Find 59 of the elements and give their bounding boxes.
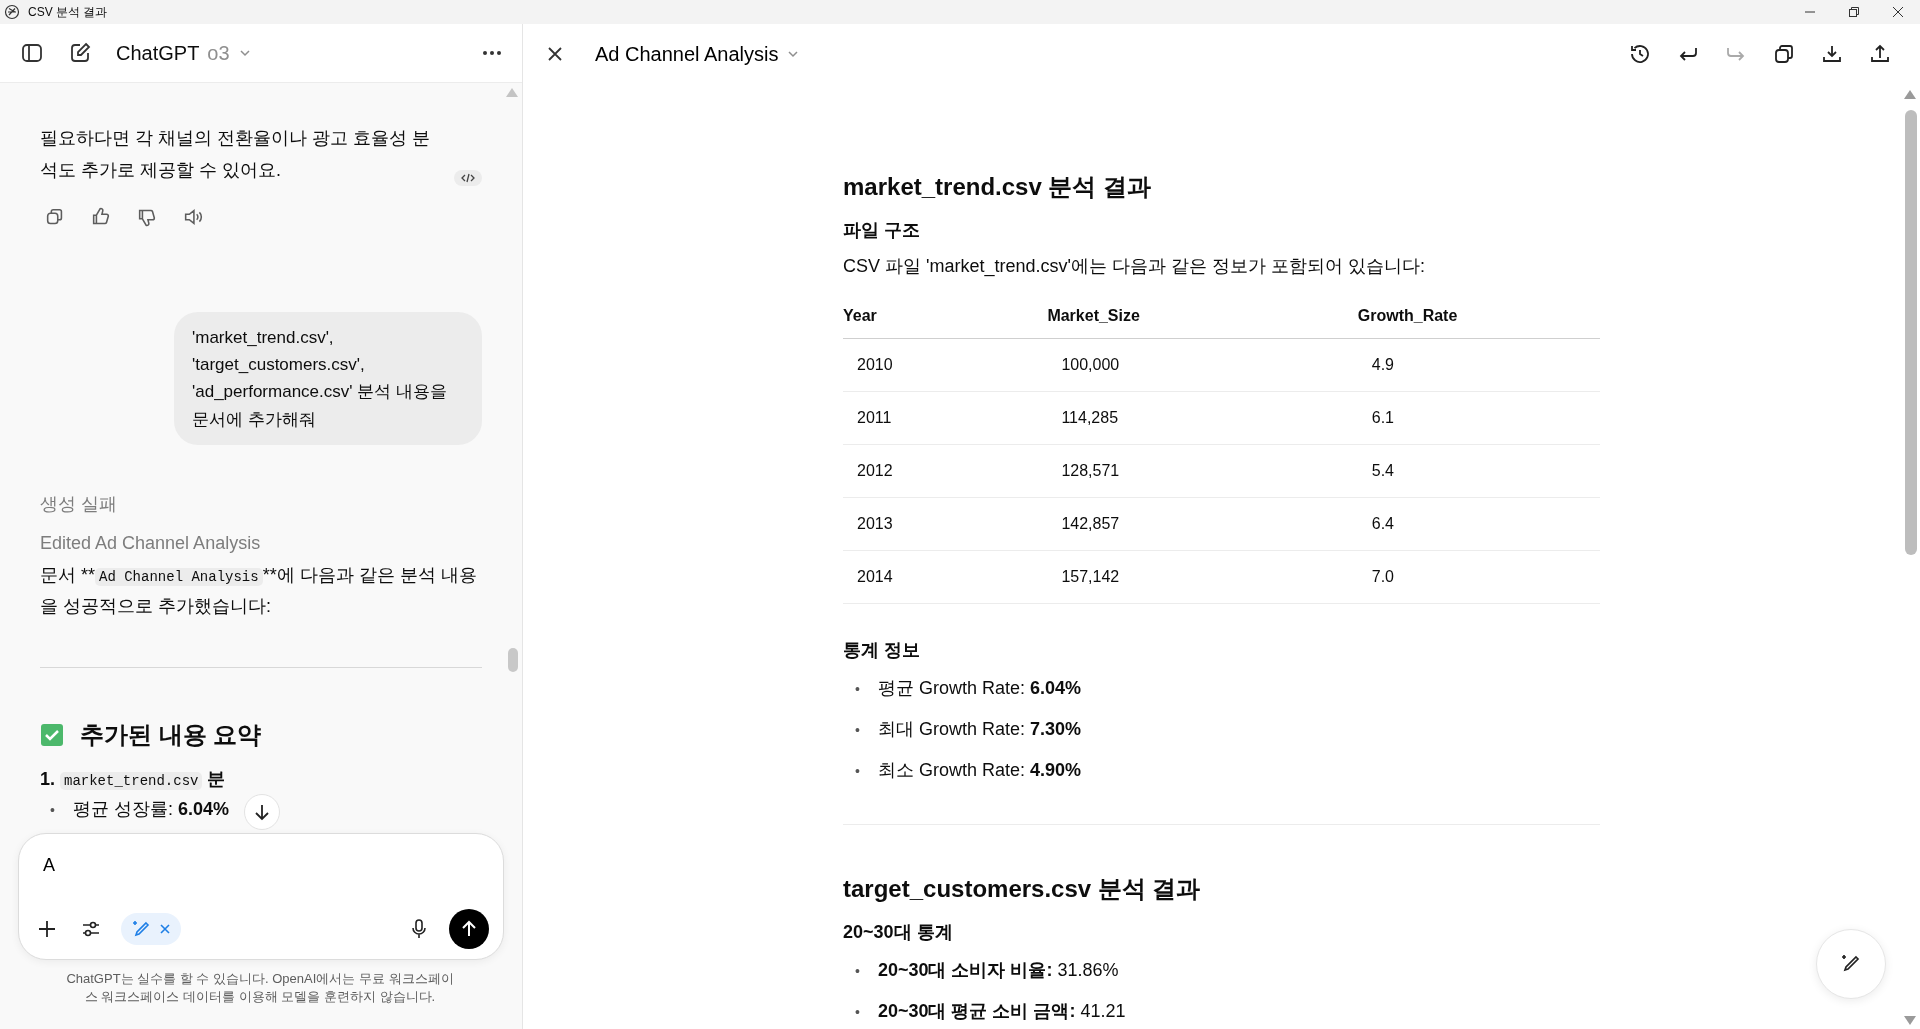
arrow-up-icon xyxy=(460,920,478,938)
table-cell: 128,571 xyxy=(1047,444,1358,498)
table-cell: 114,285 xyxy=(1047,391,1358,445)
table-cell: 100,000 xyxy=(1047,338,1358,392)
pencil-icon xyxy=(131,919,151,939)
send-button[interactable] xyxy=(449,909,489,949)
bullet: • xyxy=(855,720,860,740)
window-title: CSV 분석 결과 xyxy=(28,4,108,21)
summary-bullet: 평균 성장률: 6.04% xyxy=(72,798,229,822)
status-text: 생성 실패 xyxy=(40,492,118,516)
scroll-down-icon[interactable] xyxy=(244,794,280,830)
app-logo-icon xyxy=(4,4,20,20)
check-mark-icon xyxy=(40,722,64,747)
list-item: 최소 Growth Rate: 4.90% xyxy=(877,758,1081,782)
bullet: • xyxy=(50,801,55,821)
result-text: 문서 ** Ad Channel Analysis **에 다음과 같은 분석 내용을 성공적으로 추가했습니다: xyxy=(40,563,478,619)
model-selector[interactable]: ChatGPT o3 xyxy=(112,34,256,72)
code-source-icon[interactable] xyxy=(454,170,482,186)
column-header: Year xyxy=(843,298,1048,339)
list-item: 20~30대 평균 소비 금액: 41.21 xyxy=(877,999,1126,1023)
table-cell: 2010 xyxy=(843,338,1048,392)
list-item: 최대 Growth Rate: 7.30% xyxy=(877,717,1081,741)
subsection-heading: 파일 구조 xyxy=(843,219,921,242)
table-cell: 7.0 xyxy=(1357,550,1600,604)
message-input[interactable]: A xyxy=(33,848,489,883)
scrollbar-thumb[interactable] xyxy=(1905,110,1917,555)
bullet: • xyxy=(855,961,860,981)
disclaimer-text: ChatGPT는 실수를 할 수 있습니다. OpenAI에서는 무료 워크스페이스 워크스페이스 데이터를 이용해 모델을 훈련하지 않습니다. xyxy=(65,970,455,1006)
table-cell: 6.1 xyxy=(1357,391,1600,445)
list-item: 20~30대 소비자 비율: 31.86% xyxy=(877,958,1119,982)
table-cell: 157,142 xyxy=(1047,550,1358,604)
message-composer[interactable]: A xyxy=(18,833,504,960)
canvas-tool-chip[interactable] xyxy=(121,913,181,945)
section-heading: market_trend.csv 분석 결과 xyxy=(843,173,1153,202)
summary-heading: 추가된 내용 요약 xyxy=(80,719,262,750)
canvas-title-dropdown[interactable]: Ad Channel Analysis xyxy=(591,34,805,73)
table-cell: 5.4 xyxy=(1357,444,1600,498)
scroll-up-icon[interactable] xyxy=(1904,90,1916,99)
subsection-heading: 통계 정보 xyxy=(843,640,921,662)
column-header: Growth_Rate xyxy=(1357,298,1600,339)
column-header: Market_Size xyxy=(1047,298,1358,339)
subsection-heading: 20~30대 통계 xyxy=(843,922,954,944)
section-heading: target_customers.csv 분석 결과 xyxy=(843,875,1202,905)
table-cell: 2011 xyxy=(843,391,1048,445)
table-cell: 2013 xyxy=(843,497,1048,551)
bullet: • xyxy=(855,1002,860,1022)
reply-text: 필요하다면 각 채널의 전환율이나 광고 효율성 분석도 추가로 제공할 수 있어요. xyxy=(40,127,431,182)
edit-note: Edited Ad Channel Analysis xyxy=(40,532,262,556)
bullet: • xyxy=(855,761,860,781)
scrollbar-thumb[interactable] xyxy=(508,648,518,672)
bullet: • xyxy=(855,680,860,699)
table-cell: 6.4 xyxy=(1357,497,1600,551)
user-message: 'market_trend.csv', 'target_customers.csv', 'ad_performance.csv' 분석 내용을 문서에 추가해줘 xyxy=(174,312,482,445)
table-cell: 142,857 xyxy=(1047,497,1358,551)
paragraph-text: CSV 파일 'market_trend.csv'에는 다음과 같은 정보가 포함되어 있습니다: xyxy=(843,255,1426,279)
table-cell: 2014 xyxy=(843,550,1048,604)
list-item: 평균 Growth Rate: 6.04% xyxy=(877,677,1081,700)
table-cell: 4.9 xyxy=(1357,338,1600,392)
table-cell: 2012 xyxy=(843,444,1048,498)
